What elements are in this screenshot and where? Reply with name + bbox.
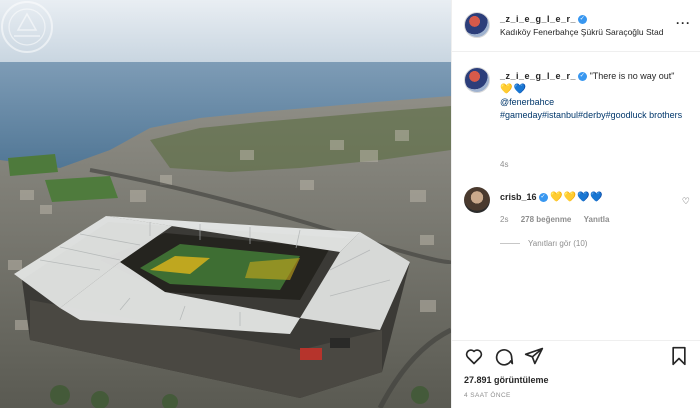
save-bookmark-icon[interactable] (669, 346, 689, 366)
caption-text: "There is no way out" (589, 71, 675, 81)
view-replies-button[interactable]: Yanıtları gör (10) (500, 239, 587, 248)
comment-body: crisb_16 ✓ 💛💛💙💙 (500, 192, 604, 203)
view-replies-label: Yanıtları gör (10) (528, 239, 588, 248)
verified-badge-icon: ✓ (538, 193, 548, 203)
caption-timestamp: 4s (500, 160, 509, 169)
caption-avatar[interactable] (464, 67, 490, 93)
post-header: _z_i_e_g_l_e_r_ ✓ Kadıköy Fenerbahçe Şükr… (452, 0, 700, 52)
post-video[interactable] (0, 0, 451, 408)
caption-body: _z_i_e_g_l_e_r_ ✓ "There is no way out" 💛… (500, 70, 690, 121)
comment-text: 💛💛💙💙 (550, 192, 604, 203)
mention-link[interactable]: @fenerbahce (500, 96, 690, 109)
reply-button[interactable]: Yanıtla (584, 215, 610, 224)
stadium-aerial-image (0, 0, 451, 408)
instagram-post: _z_i_e_g_l_e_r_ ✓ Kadıköy Fenerbahçe Şükr… (0, 0, 700, 408)
like-heart-icon[interactable] (464, 346, 484, 366)
post-actions: 27.891 görüntüleme 4 SAAT ÖNCE (452, 340, 700, 408)
caption-username[interactable]: _z_i_e_g_l_e_r_ ✓ (500, 71, 588, 82)
author-username[interactable]: _z_i_e_g_l_e_r_ ✓ (500, 14, 588, 25)
club-crest-watermark-icon (1, 1, 53, 53)
hashtags-link[interactable]: #gameday#istanbul#derby#goodluck brother… (500, 109, 690, 122)
post-time[interactable]: 4 SAAT ÖNCE (464, 392, 511, 399)
share-paper-plane-icon[interactable] (524, 346, 544, 366)
verified-badge-icon: ✓ (578, 15, 588, 25)
replies-divider (500, 243, 520, 245)
caption-emojis: 💛💙 (500, 83, 527, 95)
author-avatar[interactable] (464, 12, 490, 38)
commenter-avatar[interactable] (464, 187, 490, 213)
view-count[interactable]: 27.891 görüntüleme (464, 375, 549, 385)
location-link[interactable]: Kadıköy Fenerbahçe Şükrü Saraçoğlu Stad (500, 27, 664, 37)
comment-like-heart-icon[interactable]: ♡ (682, 196, 690, 207)
comment-timestamp: 2s (500, 215, 509, 224)
commenter-username[interactable]: crisb_16 ✓ (500, 192, 548, 203)
verified-badge-icon: ✓ (578, 72, 588, 82)
more-dots-icon[interactable]: ··· (676, 16, 691, 30)
comment-bubble-icon[interactable] (494, 346, 514, 366)
post-side-panel: _z_i_e_g_l_e_r_ ✓ Kadıköy Fenerbahçe Şükr… (451, 0, 700, 408)
comment-likes[interactable]: 278 beğenme (521, 215, 572, 224)
comment-meta: 2s 278 beğenme Yanıtla (500, 215, 619, 224)
